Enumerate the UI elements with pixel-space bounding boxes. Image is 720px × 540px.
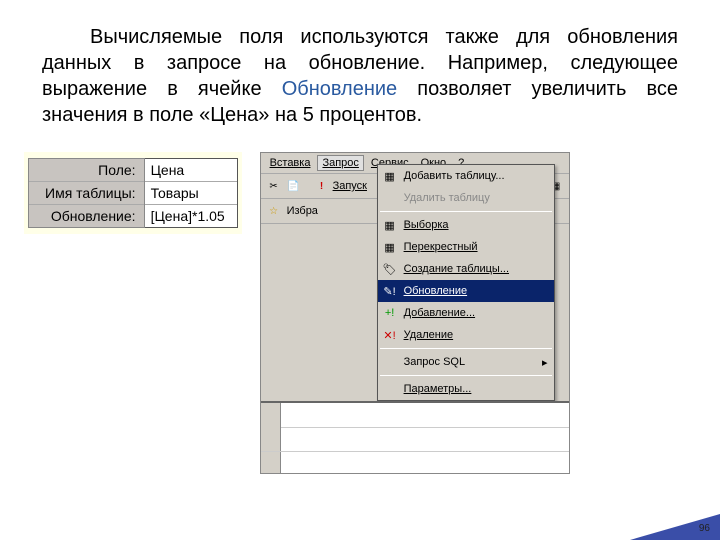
content-row: Поле: Имя таблицы: Обновление: Цена Това… bbox=[0, 128, 720, 474]
dd-select-label: Выборка bbox=[404, 219, 449, 231]
row-selector bbox=[261, 403, 281, 473]
paragraph: Вычисляемые поля используются также для … bbox=[0, 0, 720, 128]
dd-append[interactable]: +! Добавление... bbox=[378, 302, 554, 324]
run-bang-icon[interactable]: ! bbox=[313, 177, 331, 195]
favorites-label: Избра bbox=[287, 205, 318, 217]
separator bbox=[380, 211, 552, 212]
add-table-icon: ▦ bbox=[382, 168, 398, 184]
label-update: Обновление: bbox=[29, 205, 144, 227]
dd-delete-label: Удаление bbox=[404, 329, 454, 341]
menu-insert[interactable]: Вставка bbox=[265, 155, 316, 171]
update-icon: ✎! bbox=[382, 283, 398, 299]
value-update[interactable]: [Цена]*1.05 bbox=[145, 205, 237, 227]
label-table: Имя таблицы: bbox=[29, 182, 144, 205]
dd-crosstab[interactable]: ▦ Перекрестный bbox=[378, 236, 554, 258]
dd-params-label: Параметры... bbox=[404, 383, 472, 395]
datasheet-bg bbox=[261, 401, 569, 473]
query-grid-labels: Поле: Имя таблицы: Обновление: bbox=[28, 158, 145, 228]
dd-delete[interactable]: ✕! Удаление bbox=[378, 324, 554, 346]
para-update-word: Обновление bbox=[282, 78, 397, 100]
dd-add-table-label: Добавить таблицу... bbox=[404, 170, 505, 182]
dd-sql[interactable]: Запрос SQL ▸ bbox=[378, 351, 554, 373]
blank-icon bbox=[382, 354, 398, 370]
delete-icon: ✕! bbox=[382, 327, 398, 343]
run-label[interactable]: Запуск bbox=[333, 180, 367, 192]
dd-add-table[interactable]: ▦ Добавить таблицу... bbox=[378, 165, 554, 187]
blank-icon bbox=[382, 190, 398, 206]
query-grid-values: Цена Товары [Цена]*1.05 bbox=[145, 158, 238, 228]
value-field[interactable]: Цена bbox=[145, 159, 237, 182]
dd-make-table[interactable]: 🏷 Создание таблицы... bbox=[378, 258, 554, 280]
crosstab-icon: ▦ bbox=[382, 239, 398, 255]
access-window: Вставка Запрос Сервис Окно ? ✂ 📄 ! Запус… bbox=[260, 152, 570, 474]
dd-delete-table-label: Удалить таблицу bbox=[404, 192, 490, 204]
chevron-right-icon: ▸ bbox=[542, 356, 548, 369]
page-number: 96 bbox=[699, 523, 710, 534]
label-field: Поле: bbox=[29, 159, 144, 182]
separator bbox=[380, 375, 552, 376]
make-table-icon: 🏷 bbox=[382, 261, 398, 277]
cut-icon[interactable]: ✂ bbox=[265, 177, 283, 195]
dd-sql-label: Запрос SQL bbox=[404, 356, 466, 368]
dd-update-label: Обновление bbox=[404, 285, 468, 297]
append-icon: +! bbox=[382, 305, 398, 321]
dd-select[interactable]: ▦ Выборка bbox=[378, 214, 554, 236]
value-table[interactable]: Товары bbox=[145, 182, 237, 205]
dd-delete-table: Удалить таблицу bbox=[378, 187, 554, 209]
dd-make-table-label: Создание таблицы... bbox=[404, 263, 509, 275]
copy-icon[interactable]: 📄 bbox=[285, 177, 303, 195]
query-dropdown: ▦ Добавить таблицу... Удалить таблицу ▦ … bbox=[377, 164, 555, 401]
select-icon: ▦ bbox=[382, 217, 398, 233]
menu-query[interactable]: Запрос bbox=[317, 155, 363, 171]
separator bbox=[380, 348, 552, 349]
dd-append-label: Добавление... bbox=[404, 307, 476, 319]
query-grid: Поле: Имя таблицы: Обновление: Цена Това… bbox=[24, 152, 242, 234]
dd-update[interactable]: ✎! Обновление bbox=[378, 280, 554, 302]
dd-params[interactable]: Параметры... bbox=[378, 378, 554, 400]
blank-icon bbox=[382, 381, 398, 397]
dd-crosstab-label: Перекрестный bbox=[404, 241, 478, 253]
star-icon[interactable]: ☆ bbox=[265, 202, 283, 220]
